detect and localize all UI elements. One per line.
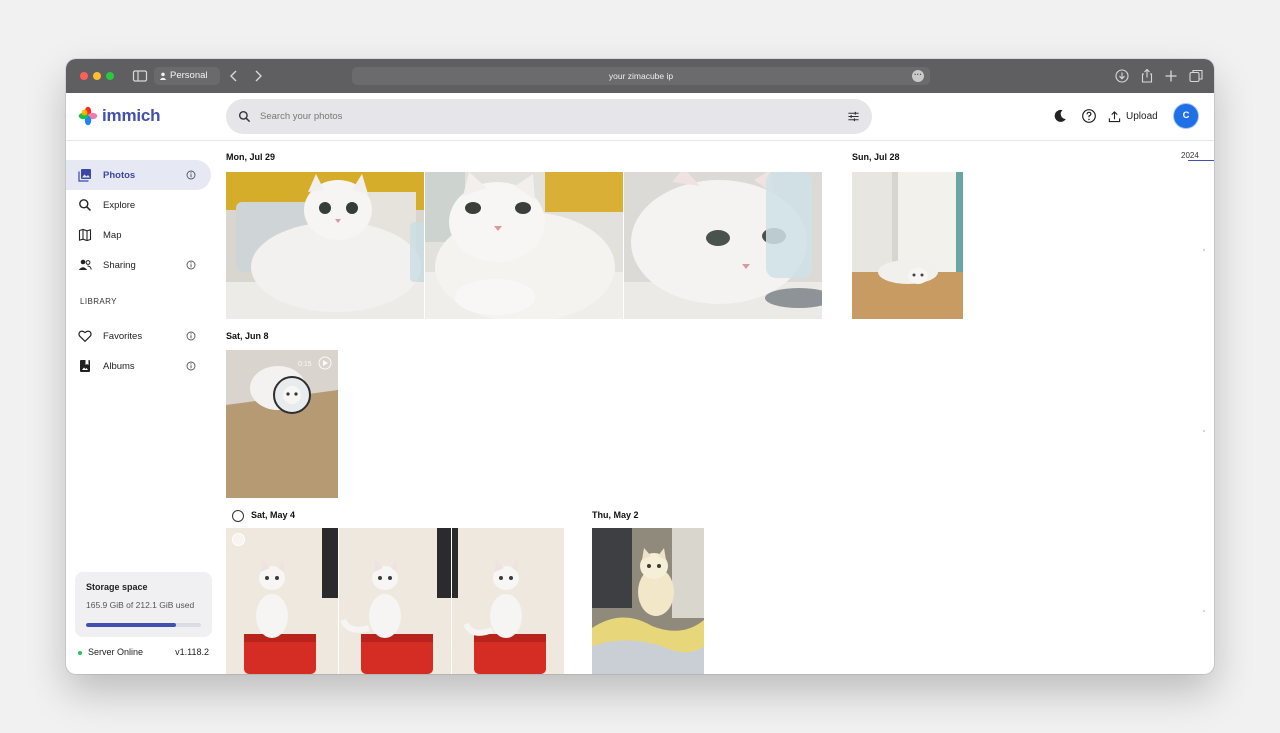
- sidebar-item-explore[interactable]: Explore: [66, 190, 211, 220]
- sidebar-item-photos[interactable]: Photos: [66, 160, 211, 190]
- heart-icon: [78, 330, 92, 343]
- map-icon: [78, 228, 92, 242]
- back-icon[interactable]: [226, 68, 242, 84]
- photo-timeline[interactable]: Mon, Jul 29 Sun, Jul 28 Sat, Jun 8 0:15 …: [216, 141, 1214, 674]
- new-tab-icon[interactable]: [1163, 68, 1179, 84]
- storage-usage-text: 165.9 GiB of 212.1 GiB used: [86, 600, 195, 610]
- storage-progress-fill: [86, 623, 176, 627]
- search-input[interactable]: [260, 99, 820, 134]
- tab-overview-icon[interactable]: [1188, 68, 1204, 84]
- timeline-scrubber-indicator[interactable]: [1188, 160, 1214, 161]
- zoom-window-button[interactable]: [106, 72, 114, 80]
- upload-icon: [1108, 110, 1121, 122]
- date-group-label[interactable]: Sat, Jun 8: [226, 331, 269, 341]
- info-icon[interactable]: [186, 331, 196, 341]
- server-version[interactable]: v1.118.2: [175, 647, 209, 657]
- immich-logo-icon[interactable]: [78, 106, 98, 126]
- sidebar-item-albums[interactable]: Albums: [66, 351, 211, 381]
- upload-label: Upload: [1126, 110, 1158, 122]
- photo-thumbnail[interactable]: [592, 528, 704, 674]
- video-thumbnail[interactable]: 0:15: [226, 350, 338, 498]
- svg-text:0:15: 0:15: [298, 361, 312, 368]
- date-group-label[interactable]: Sun, Jul 28: [852, 152, 900, 162]
- dark-mode-icon[interactable]: [1052, 108, 1068, 124]
- browser-window: Personal your zimacube ip ··· immich Sea…: [66, 59, 1214, 674]
- timeline-scrubber-dot[interactable]: [1203, 430, 1205, 432]
- photo-thumbnail[interactable]: [226, 528, 338, 674]
- search-options-icon[interactable]: [847, 110, 860, 123]
- date-group-label[interactable]: Sat, May 4: [251, 510, 295, 520]
- sidebar-label-sharing: Sharing: [103, 259, 136, 271]
- photos-icon: [78, 169, 91, 182]
- minimize-window-button[interactable]: [93, 72, 101, 80]
- photo-thumbnail[interactable]: [425, 172, 623, 319]
- person-icon: [159, 72, 167, 80]
- library-heading: LIBRARY: [80, 297, 117, 306]
- sidebar-toggle-icon[interactable]: [132, 68, 148, 84]
- profile-button[interactable]: Personal: [154, 67, 220, 85]
- upload-button[interactable]: Upload: [1108, 105, 1158, 127]
- sidebar-label-map: Map: [103, 229, 122, 241]
- timeline-year-label[interactable]: 2024: [1181, 151, 1199, 160]
- sidebar-label-favorites: Favorites: [103, 330, 143, 342]
- close-window-button[interactable]: [80, 72, 88, 80]
- forward-icon[interactable]: [250, 68, 266, 84]
- storage-card[interactable]: Storage space 165.9 GiB of 212.1 GiB use…: [75, 572, 212, 637]
- sidebar-item-favorites[interactable]: Favorites: [66, 321, 211, 351]
- search-icon: [79, 199, 92, 212]
- sidebar-label-explore: Explore: [103, 199, 136, 211]
- share-icon[interactable]: [1139, 68, 1155, 84]
- storage-title: Storage space: [86, 582, 148, 592]
- app-header: immich Search your photos Upload C: [66, 93, 1214, 141]
- storage-progress-bar: [86, 623, 201, 627]
- info-icon[interactable]: [186, 260, 196, 270]
- sidebar: Photos Explore Map Sharing LIBRARY Favor…: [66, 141, 216, 674]
- asset-select-checkbox[interactable]: [232, 533, 245, 546]
- server-status: Server Online v1.118.2: [78, 647, 211, 659]
- address-text: your zimacube ip: [608, 71, 674, 81]
- address-bar[interactable]: your zimacube ip ···: [352, 67, 930, 85]
- sidebar-label-albums: Albums: [103, 360, 135, 372]
- album-icon: [80, 360, 90, 372]
- photo-thumbnail[interactable]: [452, 528, 564, 674]
- sidebar-item-sharing[interactable]: Sharing: [66, 250, 211, 280]
- photo-thumbnail[interactable]: [624, 172, 822, 319]
- search-bar[interactable]: [226, 99, 872, 134]
- group-select-checkbox[interactable]: [232, 510, 244, 522]
- app-name[interactable]: immich: [102, 106, 161, 126]
- online-status-dot: [78, 651, 82, 655]
- download-icon[interactable]: [1114, 68, 1130, 84]
- timeline-scrubber-dot[interactable]: [1203, 610, 1205, 612]
- date-group-label[interactable]: Thu, May 2: [592, 510, 639, 520]
- info-icon[interactable]: [186, 361, 196, 371]
- photo-thumbnail[interactable]: [852, 172, 963, 319]
- server-status-text: Server Online: [88, 647, 144, 657]
- help-icon[interactable]: [1081, 108, 1097, 124]
- photo-thumbnail[interactable]: [339, 528, 451, 674]
- sidebar-item-map[interactable]: Map: [66, 220, 211, 250]
- info-icon[interactable]: [186, 170, 196, 180]
- profile-label: Personal: [170, 70, 208, 81]
- photo-thumbnail[interactable]: [226, 172, 424, 319]
- search-icon: [238, 110, 251, 123]
- date-group-label[interactable]: Mon, Jul 29: [226, 152, 275, 162]
- browser-toolbar: Personal your zimacube ip ···: [66, 59, 1214, 93]
- sidebar-label-photos: Photos: [103, 169, 136, 181]
- timeline-scrubber-dot[interactable]: [1203, 249, 1205, 251]
- user-avatar[interactable]: C: [1173, 103, 1199, 129]
- people-icon: [78, 259, 92, 270]
- more-icon[interactable]: ···: [912, 70, 924, 82]
